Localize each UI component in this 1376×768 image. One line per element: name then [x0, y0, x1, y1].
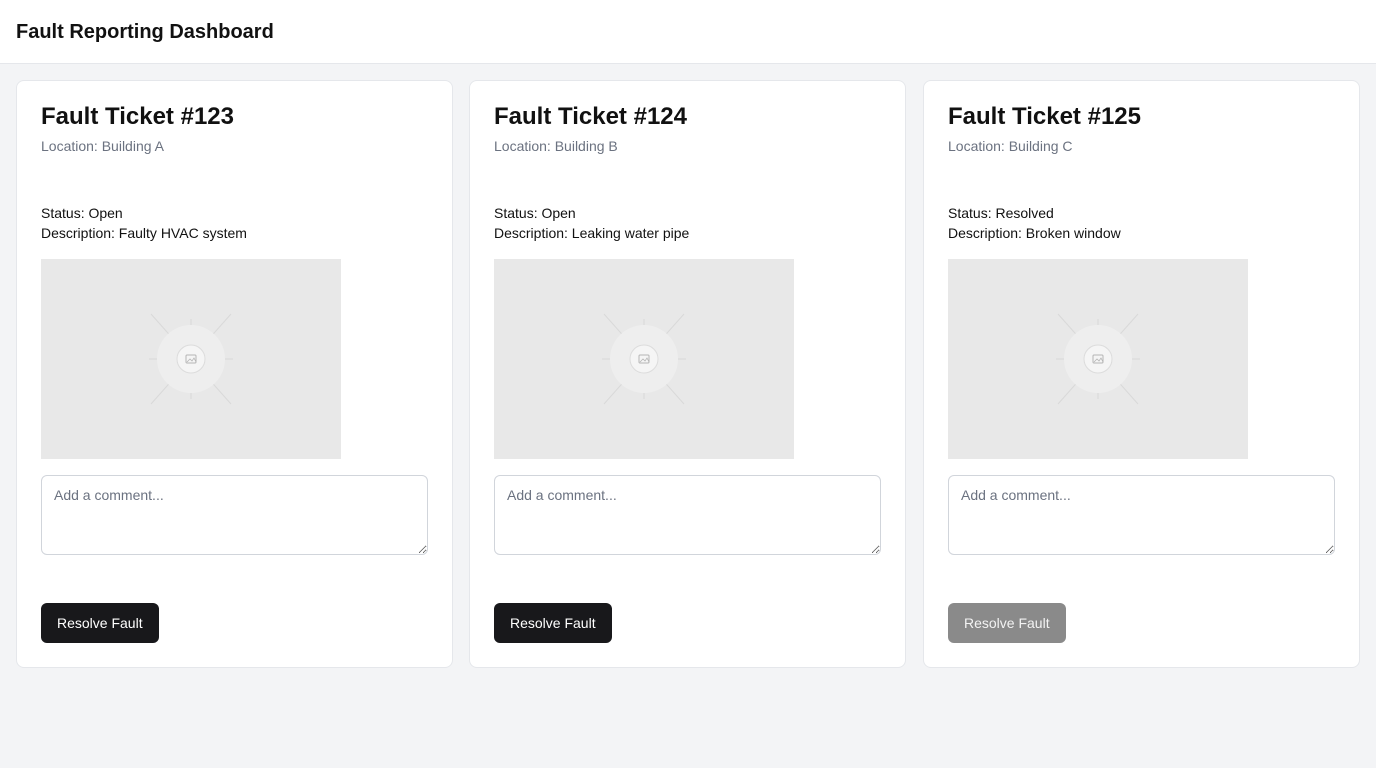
image-placeholder-icon [1056, 313, 1140, 405]
ticket-description: Description: Broken window [948, 225, 1121, 241]
resolve-fault-button[interactable]: Resolve Fault [494, 603, 612, 643]
image-placeholder [494, 259, 794, 459]
ticket-title: Fault Ticket #123 [41, 103, 234, 130]
fault-ticket-card: Fault Ticket #124 Location: Building B S… [469, 80, 906, 668]
fault-ticket-card: Fault Ticket #123 Location: Building A S… [16, 80, 453, 668]
ticket-description: Description: Leaking water pipe [494, 225, 690, 241]
ticket-location: Location: Building C [948, 138, 1073, 154]
ticket-title: Fault Ticket #124 [494, 103, 687, 130]
image-placeholder [41, 259, 341, 459]
ticket-status: Status: Open [41, 205, 123, 221]
ticket-description: Description: Faulty HVAC system [41, 225, 247, 241]
image-placeholder [948, 259, 1248, 459]
ticket-status: Status: Open [494, 205, 576, 221]
resolve-fault-button: Resolve Fault [948, 603, 1066, 643]
comment-input[interactable] [948, 475, 1335, 555]
comment-input[interactable] [41, 475, 428, 555]
ticket-title: Fault Ticket #125 [948, 103, 1141, 130]
image-placeholder-icon [602, 313, 686, 405]
ticket-location: Location: Building B [494, 138, 618, 154]
top-bar: Fault Reporting Dashboard [0, 0, 1376, 64]
fault-ticket-card: Fault Ticket #125 Location: Building C S… [923, 80, 1360, 668]
resolve-fault-button[interactable]: Resolve Fault [41, 603, 159, 643]
image-placeholder-icon [149, 313, 233, 405]
ticket-status: Status: Resolved [948, 205, 1054, 221]
app-title: Fault Reporting Dashboard [16, 21, 274, 43]
ticket-location: Location: Building A [41, 138, 164, 154]
comment-input[interactable] [494, 475, 881, 555]
